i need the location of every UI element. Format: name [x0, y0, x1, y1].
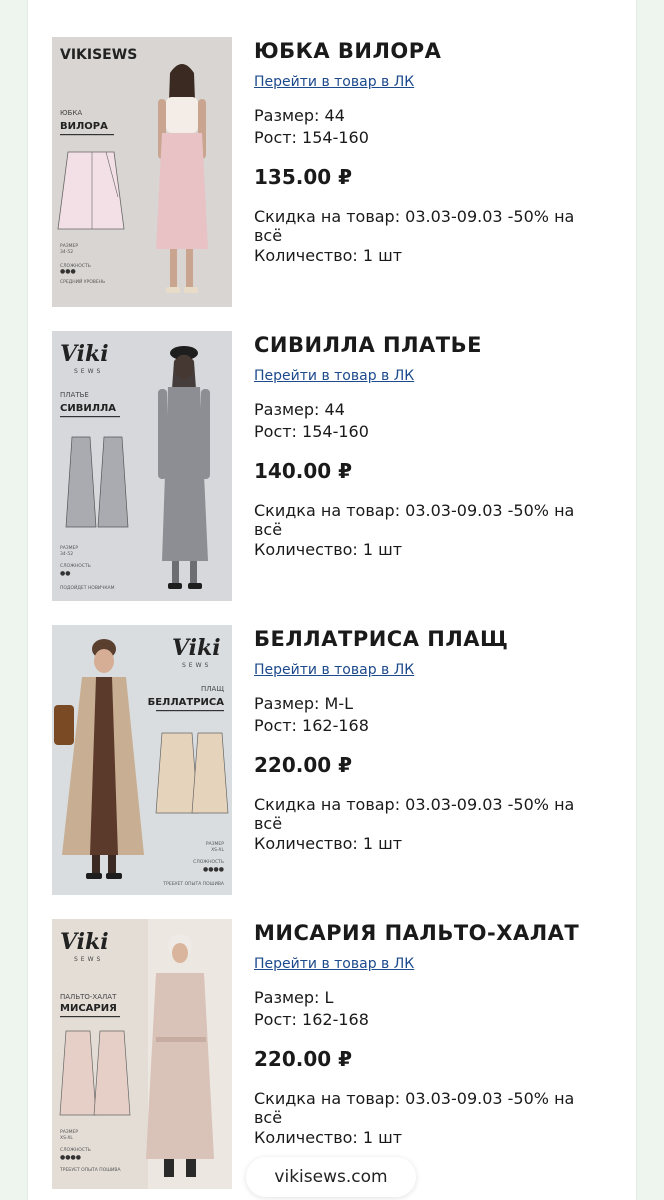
product-size: Размер: M-L [254, 694, 353, 713]
image-name: ВИЛОРА [60, 121, 108, 132]
product-height: Рост: 162-168 [254, 716, 369, 735]
order-sheet: VIKISEWS ЮБКА ВИЛОРА РАЗМЕР 34-52 СЛОЖНО… [28, 0, 636, 1200]
product-image-misariya[interactable]: Viki SEWS ПАЛЬТО-ХАЛАТ МИСАРИЯ РАЗМЕР XS… [52, 919, 232, 1189]
product-image-vilora[interactable]: VIKISEWS ЮБКА ВИЛОРА РАЗМЕР 34-52 СЛОЖНО… [52, 37, 232, 307]
svg-text:СЛОЖНОСТЬ: СЛОЖНОСТЬ [60, 563, 91, 569]
product-card: VIKISEWS ЮБКА ВИЛОРА РАЗМЕР 34-52 СЛОЖНО… [52, 37, 612, 307]
svg-text:●●: ●● [60, 570, 70, 577]
svg-text:ТРЕБУЕТ ОПЫТА ПОШИВА: ТРЕБУЕТ ОПЫТА ПОШИВА [162, 881, 225, 887]
brand-logo: Viki [60, 341, 109, 367]
image-kind: ПЛАТЬЕ [60, 391, 89, 399]
product-title: ЮБКА ВИЛОРА [254, 39, 442, 63]
product-link[interactable]: Перейти в товар в ЛК [254, 73, 594, 91]
product-image-sivilla[interactable]: Viki SEWS ПЛАТЬЕ СИВИЛЛА РАЗМЕР 34-52 СЛ… [52, 331, 232, 601]
image-name: СИВИЛЛА [60, 403, 116, 414]
product-price: 220.00 ₽ [254, 1047, 353, 1071]
svg-text:РАЗМЕР: РАЗМЕР [60, 1129, 78, 1135]
svg-text:ТРЕБУЕТ ОПЫТА ПОШИВА: ТРЕБУЕТ ОПЫТА ПОШИВА [59, 1167, 122, 1173]
product-quantity: Количество: 1 шт [254, 246, 403, 265]
product-discount: Скидка на товар: 03.03-09.03 -50% на всё [254, 795, 575, 833]
product-discount: Скидка на товар: 03.03-09.03 -50% на всё [254, 207, 575, 245]
svg-text:SEWS: SEWS [182, 662, 211, 669]
svg-text:СЛОЖНОСТЬ: СЛОЖНОСТЬ [60, 1147, 91, 1153]
svg-text:34-52: 34-52 [60, 249, 73, 255]
product-image-bellatrisa[interactable]: Viki SEWS ПЛАЩ БЕЛЛАТРИСА РАЗМЕР XS-XL С… [52, 625, 232, 895]
brand-logo: Viki [60, 929, 109, 955]
product-size: Размер: 44 [254, 400, 345, 419]
product-title: БЕЛЛАТРИСА ПЛАЩ [254, 627, 509, 651]
svg-text:РАЗМЕР: РАЗМЕР [60, 243, 78, 249]
product-size: Размер: L [254, 988, 334, 1007]
product-discount: Скидка на товар: 03.03-09.03 -50% на всё [254, 1089, 575, 1127]
svg-text:●●●: ●●● [60, 268, 76, 275]
image-kind: ЮБКА [60, 109, 82, 117]
product-card: Viki SEWS ПЛАТЬЕ СИВИЛЛА РАЗМЕР 34-52 СЛ… [52, 331, 612, 601]
product-card: Viki SEWS ПАЛЬТО-ХАЛАТ МИСАРИЯ РАЗМЕР XS… [52, 919, 612, 1189]
product-quantity: Количество: 1 шт [254, 1128, 403, 1147]
product-height: Рост: 154-160 [254, 128, 369, 147]
product-price: 140.00 ₽ [254, 459, 353, 483]
product-link[interactable]: Перейти в товар в ЛК [254, 955, 594, 973]
image-name: БЕЛЛАТРИСА [148, 697, 225, 708]
product-link[interactable]: Перейти в товар в ЛК [254, 661, 594, 679]
product-card: Viki SEWS ПЛАЩ БЕЛЛАТРИСА РАЗМЕР XS-XL С… [52, 625, 612, 895]
image-kind: ПАЛЬТО-ХАЛАТ [60, 993, 117, 1001]
svg-text:SEWS: SEWS [74, 368, 103, 375]
product-link[interactable]: Перейти в товар в ЛК [254, 367, 594, 385]
product-price: 135.00 ₽ [254, 165, 353, 189]
product-quantity: Количество: 1 шт [254, 540, 403, 559]
svg-text:СЛОЖНОСТЬ: СЛОЖНОСТЬ [193, 859, 224, 865]
svg-text:●●●●: ●●●● [60, 1154, 81, 1161]
svg-text:РАЗМЕР: РАЗМЕР [60, 545, 78, 551]
brand-logo: VIKISEWS [60, 47, 137, 63]
svg-text:XS-XL: XS-XL [60, 1135, 73, 1141]
svg-text:●●●●: ●●●● [203, 866, 224, 873]
image-kind: ПЛАЩ [201, 685, 224, 693]
svg-text:ПОДОЙДЕТ НОВИЧКАМ: ПОДОЙДЕТ НОВИЧКАМ [60, 584, 115, 591]
product-discount: Скидка на товар: 03.03-09.03 -50% на всё [254, 501, 575, 539]
svg-text:СРЕДНИЙ УРОВЕНЬ: СРЕДНИЙ УРОВЕНЬ [60, 278, 105, 285]
image-name: МИСАРИЯ [60, 1003, 117, 1014]
product-height: Рост: 162-168 [254, 1010, 369, 1029]
svg-text:РАЗМЕР: РАЗМЕР [206, 841, 224, 847]
product-height: Рост: 154-160 [254, 422, 369, 441]
svg-text:XS-XL: XS-XL [211, 847, 224, 853]
svg-text:34-52: 34-52 [60, 551, 73, 557]
product-title: МИСАРИЯ ПАЛЬТО-ХАЛАТ [254, 921, 580, 945]
site-url-pill[interactable]: vikisews.com [246, 1157, 416, 1197]
product-price: 220.00 ₽ [254, 753, 353, 777]
product-title: СИВИЛЛА ПЛАТЬЕ [254, 333, 482, 357]
product-quantity: Количество: 1 шт [254, 834, 403, 853]
brand-logo: Viki [172, 635, 221, 661]
product-size: Размер: 44 [254, 106, 345, 125]
svg-text:SEWS: SEWS [74, 956, 103, 963]
